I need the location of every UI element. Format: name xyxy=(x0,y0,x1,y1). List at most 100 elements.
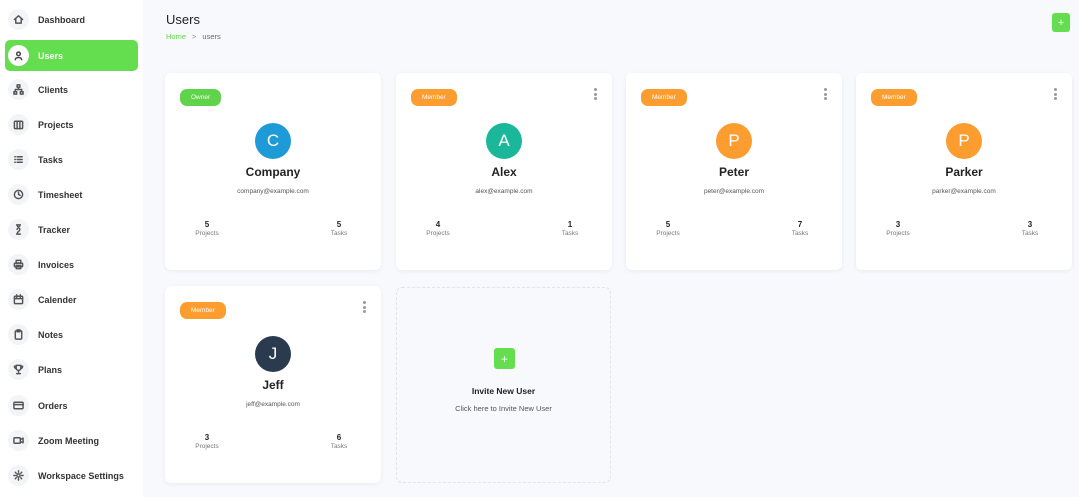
sidebar-item-tracker[interactable]: Tracker xyxy=(5,214,138,245)
user-email: company@example.com xyxy=(237,188,309,195)
home-icon xyxy=(8,9,29,30)
tasks-label: Tasks xyxy=(1021,230,1039,237)
user-icon xyxy=(8,45,29,66)
tasks-count: 7 xyxy=(797,220,803,229)
projects-count: 4 xyxy=(435,220,441,229)
tasks-label: Tasks xyxy=(330,443,348,450)
sidebar-item-tasks[interactable]: Tasks xyxy=(5,144,138,175)
list-icon xyxy=(8,149,29,170)
tasks-count: 6 xyxy=(336,433,342,442)
role-badge: Member xyxy=(411,89,457,106)
sidebar-item-label: Notes xyxy=(38,329,64,340)
sidebar-item-clients[interactable]: Clients xyxy=(5,74,138,105)
sidebar-item-zoom-meeting[interactable]: Zoom Meeting xyxy=(5,425,138,456)
user-card: Member A Alex alex@example.com 4 Projects… xyxy=(396,73,612,270)
tasks-count: 1 xyxy=(567,220,573,229)
user-card: Member J Jeff jeff@example.com 3 Projects… xyxy=(165,286,381,483)
invite-title: Invite New User xyxy=(471,386,536,396)
role-badge: Member xyxy=(180,302,226,319)
sidebar-item-label: Tasks xyxy=(38,154,63,165)
trophy-icon xyxy=(8,359,29,380)
breadcrumb-current: users xyxy=(202,32,221,41)
sidebar-item-label: Workspace Settings xyxy=(38,470,124,481)
clock-icon xyxy=(8,184,29,205)
more-options-icon[interactable] xyxy=(593,88,597,100)
tasks-stat: 7 Tasks xyxy=(780,220,820,237)
projects-stat: 3 Projects xyxy=(878,220,918,237)
breadcrumb-home-link[interactable]: Home xyxy=(166,32,186,41)
projects-stat: 5 Projects xyxy=(187,220,227,237)
user-name: Parker xyxy=(945,165,983,179)
tasks-label: Tasks xyxy=(561,230,579,237)
sidebar-item-users[interactable]: Users xyxy=(5,40,138,71)
tasks-count: 3 xyxy=(1027,220,1033,229)
tasks-stat: 5 Tasks xyxy=(319,220,359,237)
sidebar-item-label: Calender xyxy=(38,294,77,305)
more-options-icon[interactable] xyxy=(823,88,827,100)
folder-icon xyxy=(8,114,29,135)
user-card: Member P Peter peter@example.com 5 Projec… xyxy=(626,73,842,270)
projects-stat: 5 Projects xyxy=(648,220,688,237)
breadcrumb: Home > users xyxy=(166,32,221,41)
user-name: Alex xyxy=(491,165,517,179)
sidebar-item-orders[interactable]: Orders xyxy=(5,390,138,421)
invite-subtitle: Click here to Invite New User xyxy=(455,404,552,413)
user-email: peter@example.com xyxy=(703,188,765,195)
projects-count: 5 xyxy=(204,220,210,229)
role-badge: Member xyxy=(871,89,917,106)
role-badge: Member xyxy=(641,89,687,106)
projects-label: Projects xyxy=(195,230,219,237)
sidebar-item-projects[interactable]: Projects xyxy=(5,109,138,140)
projects-count: 3 xyxy=(204,433,210,442)
invite-new-user-card[interactable]: + Invite New User Click here to Invite N… xyxy=(396,287,611,483)
sidebar-item-label: Plans xyxy=(38,364,63,375)
sidebar-item-dashboard[interactable]: Dashboard xyxy=(5,4,138,35)
add-user-button[interactable]: + xyxy=(1052,13,1070,32)
user-email: alex@example.com xyxy=(475,188,533,195)
gear-icon xyxy=(8,465,29,486)
sidebar-item-label: Clients xyxy=(38,84,69,95)
sidebar-item-plans[interactable]: Plans xyxy=(5,354,138,385)
user-email: parker@example.com xyxy=(932,188,996,195)
projects-label: Projects xyxy=(426,230,450,237)
sidebar: Dashboard Users Clients Projects Tasks T… xyxy=(0,0,143,497)
sidebar-item-invoices[interactable]: Invoices xyxy=(5,249,138,280)
user-email: jeff@example.com xyxy=(246,401,300,408)
tasks-label: Tasks xyxy=(791,230,809,237)
sidebar-item-notes[interactable]: Notes xyxy=(5,319,138,350)
printer-icon xyxy=(8,254,29,275)
avatar: C xyxy=(255,123,291,159)
sidebar-item-label: Projects xyxy=(38,119,74,130)
clipboard-icon xyxy=(8,324,29,345)
sidebar-item-timesheet[interactable]: Timesheet xyxy=(5,179,138,210)
sidebar-item-workspace-settings[interactable]: Workspace Settings xyxy=(5,460,138,491)
sidebar-item-label: Timesheet xyxy=(38,189,83,200)
plus-icon: + xyxy=(494,348,515,369)
user-card: Member P Parker parker@example.com 3 Proj… xyxy=(856,73,1072,270)
projects-label: Projects xyxy=(886,230,910,237)
avatar: A xyxy=(486,123,522,159)
sidebar-item-label: Invoices xyxy=(38,259,75,270)
sidebar-item-calender[interactable]: Calender xyxy=(5,284,138,315)
projects-label: Projects xyxy=(656,230,680,237)
user-name: Jeff xyxy=(262,378,284,392)
video-icon xyxy=(8,430,29,451)
sidebar-item-label: Users xyxy=(38,50,64,61)
more-options-icon[interactable] xyxy=(362,301,366,313)
user-card: Owner C Company company@example.com 5 Pro… xyxy=(165,73,381,270)
sidebar-item-label: Dashboard xyxy=(38,14,86,25)
calendar-icon xyxy=(8,289,29,310)
more-options-icon[interactable] xyxy=(1053,88,1057,100)
tasks-stat: 3 Tasks xyxy=(1010,220,1050,237)
tasks-stat: 1 Tasks xyxy=(550,220,590,237)
tasks-count: 5 xyxy=(336,220,342,229)
sidebar-item-label: Tracker xyxy=(38,224,71,235)
page-title: Users xyxy=(166,12,200,27)
tasks-label: Tasks xyxy=(330,230,348,237)
projects-count: 3 xyxy=(895,220,901,229)
projects-label: Projects xyxy=(195,443,219,450)
sidebar-item-label: Zoom Meeting xyxy=(38,435,99,446)
sidebar-item-label: Orders xyxy=(38,400,68,411)
avatar: P xyxy=(716,123,752,159)
user-name: Company xyxy=(245,165,301,179)
